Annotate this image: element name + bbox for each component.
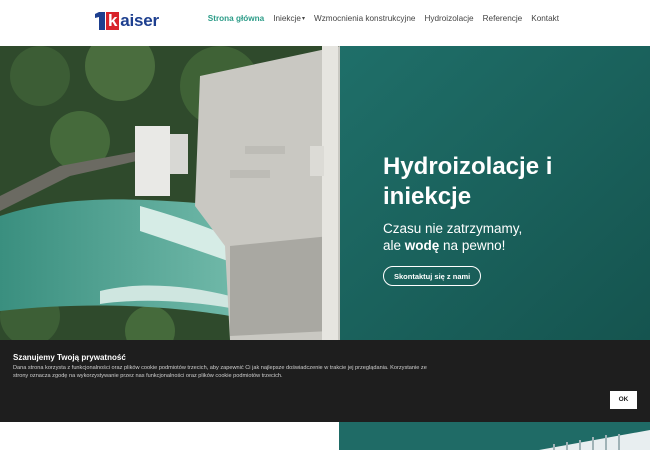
hero-subtitle: Czasu nie zatrzymamy, ale wodę na pewno! xyxy=(383,221,523,253)
main-nav: Strona główna Iniekcje▾ Wzmocnienia kons… xyxy=(208,14,559,23)
nav-item-home[interactable]: Strona główna xyxy=(208,14,264,23)
nav-item-reinforcements[interactable]: Wzmocnienia konstrukcyjne xyxy=(314,14,415,23)
nav-item-waterproofing[interactable]: Hydroizolacje xyxy=(424,14,473,23)
cookie-ok-button[interactable]: OK xyxy=(610,391,637,409)
nav-item-references[interactable]: Referencje xyxy=(483,14,523,23)
cookie-title: Szanujemy Twoją prywatność xyxy=(13,353,126,362)
contact-us-button[interactable]: Skontaktuj się z nami xyxy=(383,266,482,286)
logo-number-icon xyxy=(95,12,105,30)
cookie-text: Dana strona korzysta z funkcjonalności o… xyxy=(13,365,427,379)
hero-section: Hydroizolacje i iniekcje Czasu nie zatrz… xyxy=(0,46,650,340)
nav-item-contact[interactable]: Kontakt xyxy=(531,14,559,23)
cookie-banner: Szanujemy Twoją prywatność Dana strona k… xyxy=(0,340,650,422)
nav-item-injections[interactable]: Iniekcje▾ xyxy=(273,14,305,23)
chevron-down-icon: ▾ xyxy=(301,16,305,22)
logo[interactable]: k aiser xyxy=(95,11,159,31)
hero-title: Hydroizolacje i iniekcje xyxy=(383,153,553,210)
site-header: k aiser Strona główna Iniekcje▾ Wzmocnien… xyxy=(0,0,650,46)
next-section-preview xyxy=(0,422,650,450)
logo-text: k aiser xyxy=(106,11,159,30)
section-image xyxy=(339,422,650,450)
